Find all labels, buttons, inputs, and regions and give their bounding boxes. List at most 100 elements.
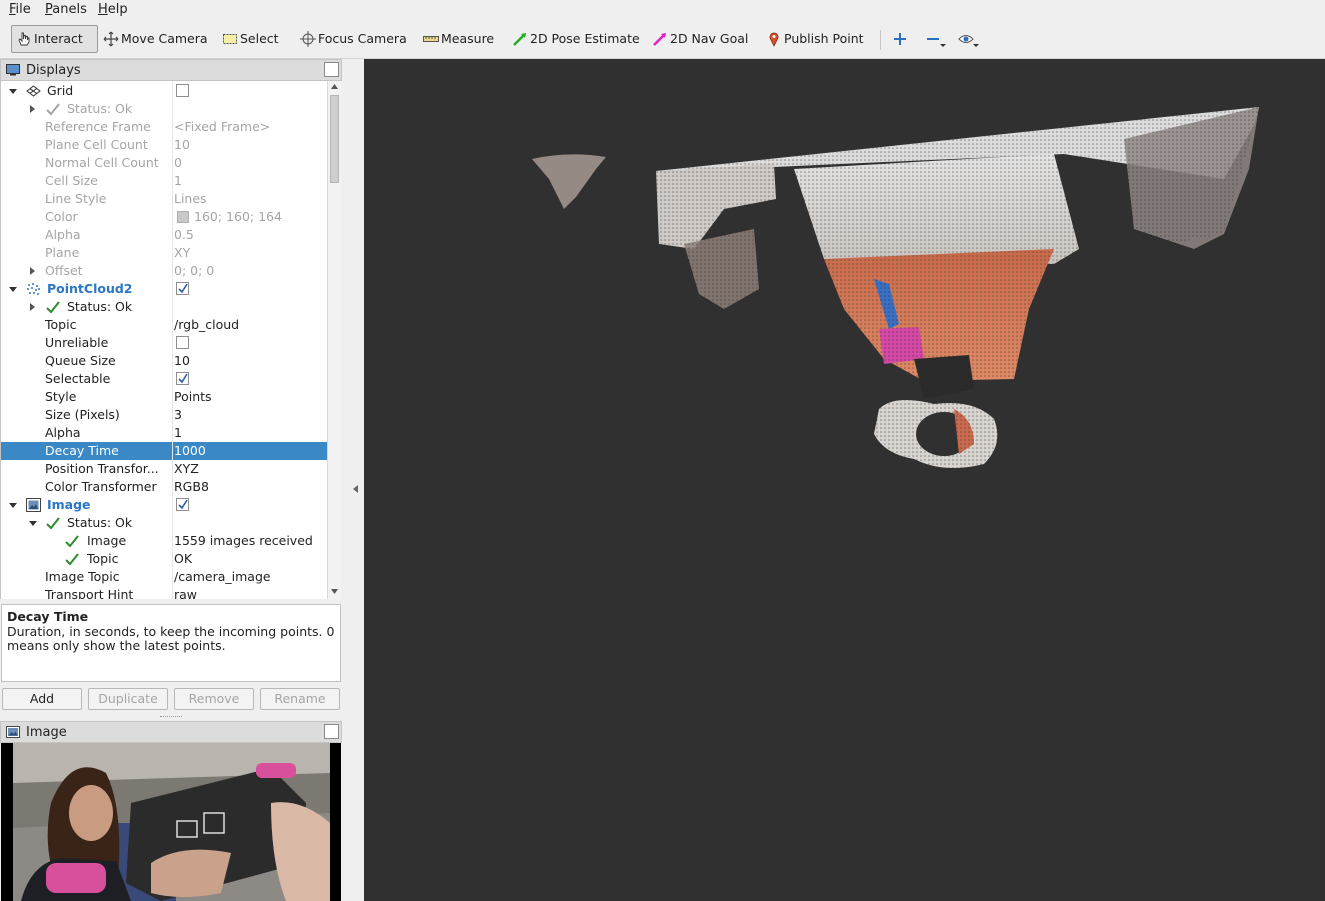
interact-tool-button[interactable]: Interact xyxy=(11,25,98,53)
tree-row-grid-status[interactable]: Status: Ok xyxy=(1,100,328,118)
property-value[interactable]: RGB8 xyxy=(174,478,209,496)
property-value[interactable]: 1 xyxy=(174,172,182,190)
tree-row-queue-size[interactable]: Queue Size 10 xyxy=(1,352,328,370)
property-value[interactable]: Lines xyxy=(174,190,207,208)
menu-help[interactable]: Help xyxy=(98,2,128,17)
image-icon xyxy=(6,726,20,738)
tree-row-grid[interactable]: Grid xyxy=(1,82,328,100)
focus-camera-tool-button[interactable]: Focus Camera xyxy=(300,25,407,53)
panel-splitter[interactable] xyxy=(342,59,364,901)
2d-pose-estimate-tool-button[interactable]: 2D Pose Estimate xyxy=(512,25,640,53)
expand-arrow-icon[interactable] xyxy=(9,503,17,508)
displays-tree[interactable]: Grid Status: Ok Reference Frame <Fixed F… xyxy=(0,81,328,599)
menubar: File Panels Help xyxy=(0,0,1325,20)
scroll-up-icon[interactable] xyxy=(331,84,338,89)
tree-row-image[interactable]: Image xyxy=(1,496,328,514)
tree-row-image-topic[interactable]: Image Topic /camera_image xyxy=(1,568,328,586)
displays-scrollbar[interactable] xyxy=(327,81,341,599)
property-value[interactable]: <Fixed Frame> xyxy=(174,118,270,136)
add-tool-button[interactable] xyxy=(892,25,910,53)
tree-row-unreliable[interactable]: Unreliable xyxy=(1,334,328,352)
expand-arrow-icon[interactable] xyxy=(30,267,35,275)
selectable-checkbox[interactable] xyxy=(176,372,189,385)
tree-row-color[interactable]: Color 160; 160; 164 xyxy=(1,208,328,226)
grid-enabled-checkbox[interactable] xyxy=(176,84,189,97)
property-name: Alpha xyxy=(45,425,81,440)
property-value[interactable]: raw xyxy=(174,586,197,599)
property-value[interactable]: 1 xyxy=(174,424,182,442)
green-arrow-icon xyxy=(513,32,526,46)
tree-row-normal-cell-count[interactable]: Normal Cell Count 0 xyxy=(1,154,328,172)
measure-tool-button[interactable]: Measure xyxy=(423,25,494,53)
remove-tool-button[interactable] xyxy=(925,25,946,53)
tree-row-image-status-image[interactable]: Image 1559 images received xyxy=(1,532,328,550)
camera-image-view[interactable] xyxy=(1,743,341,901)
displays-panel-float-button[interactable] xyxy=(324,62,339,77)
unreliable-checkbox[interactable] xyxy=(176,336,189,349)
expand-arrow-icon[interactable] xyxy=(30,303,35,311)
menu-file[interactable]: File xyxy=(9,2,31,17)
scroll-down-icon[interactable] xyxy=(331,589,338,594)
tree-row-image-status-topic[interactable]: Topic OK xyxy=(1,550,328,568)
tree-label-pointcloud2: PointCloud2 xyxy=(47,281,133,296)
tree-row-position-transformer[interactable]: Position Transfor... XYZ xyxy=(1,460,328,478)
pointcloud2-enabled-checkbox[interactable] xyxy=(176,282,189,295)
3d-render-viewport[interactable] xyxy=(364,59,1325,901)
view-options-button[interactable] xyxy=(958,25,979,53)
expand-arrow-icon[interactable] xyxy=(9,287,17,292)
tree-row-plane-cell-count[interactable]: Plane Cell Count 10 xyxy=(1,136,328,154)
tree-row-line-style[interactable]: Line Style Lines xyxy=(1,190,328,208)
expand-arrow-icon[interactable] xyxy=(9,89,17,94)
tree-row-reference-frame[interactable]: Reference Frame <Fixed Frame> xyxy=(1,118,328,136)
tree-row-topic[interactable]: Topic /rgb_cloud xyxy=(1,316,328,334)
tree-row-plane[interactable]: Plane XY xyxy=(1,244,328,262)
collapse-arrow-icon[interactable] xyxy=(353,485,358,493)
publish-point-tool-button[interactable]: Publish Point xyxy=(766,25,864,53)
image-panel-float-button[interactable] xyxy=(324,724,339,739)
duplicate-display-button[interactable]: Duplicate xyxy=(88,688,168,710)
property-value[interactable]: 10 xyxy=(174,136,190,154)
property-value[interactable]: /rgb_cloud xyxy=(174,316,239,334)
property-value[interactable]: 10 xyxy=(174,352,190,370)
expand-arrow-icon[interactable] xyxy=(29,521,37,526)
image-enabled-checkbox[interactable] xyxy=(176,498,189,511)
tree-row-pointcloud2[interactable]: PointCloud2 xyxy=(1,280,328,298)
tree-row-size-pixels[interactable]: Size (Pixels) 3 xyxy=(1,406,328,424)
property-value[interactable]: XYZ xyxy=(174,460,199,478)
tree-row-selectable[interactable]: Selectable xyxy=(1,370,328,388)
rename-display-button[interactable]: Rename xyxy=(260,688,340,710)
tree-row-cell-size[interactable]: Cell Size 1 xyxy=(1,172,328,190)
tree-row-transport-hint[interactable]: Transport Hint raw xyxy=(1,586,328,599)
property-value[interactable]: 0; 0; 0 xyxy=(174,262,214,280)
add-display-button[interactable]: Add xyxy=(2,688,82,710)
interact-label: Interact xyxy=(34,31,83,46)
panel-resize-handle[interactable] xyxy=(160,716,182,719)
tree-row-offset[interactable]: Offset 0; 0; 0 xyxy=(1,262,328,280)
remove-display-button[interactable]: Remove xyxy=(174,688,254,710)
property-value[interactable]: 0.5 xyxy=(174,226,194,244)
tree-row-pointcloud2-status[interactable]: Status: Ok xyxy=(1,298,328,316)
expand-arrow-icon[interactable] xyxy=(30,105,35,113)
property-value[interactable]: /camera_image xyxy=(174,568,271,586)
property-value[interactable]: 160; 160; 164 xyxy=(194,208,282,226)
property-value[interactable]: 3 xyxy=(174,406,182,424)
move-camera-icon xyxy=(103,31,119,46)
property-value[interactable]: XY xyxy=(174,244,190,262)
tree-row-image-status[interactable]: Status: Ok xyxy=(1,514,328,532)
menu-panels[interactable]: Panels xyxy=(45,2,87,17)
dropdown-arrow-icon xyxy=(940,44,946,47)
checkmark-icon xyxy=(46,103,60,116)
property-value[interactable]: Points xyxy=(174,388,212,406)
tree-row-style[interactable]: Style Points xyxy=(1,388,328,406)
property-value[interactable]: 0 xyxy=(174,154,182,172)
tree-row-alpha[interactable]: Alpha 0.5 xyxy=(1,226,328,244)
2d-nav-goal-tool-button[interactable]: 2D Nav Goal xyxy=(652,25,748,53)
scrollbar-thumb[interactable] xyxy=(330,95,339,183)
image-panel-title: Image xyxy=(26,725,67,740)
tree-row-decay-time[interactable]: Decay Time 1000 xyxy=(1,442,328,460)
property-value[interactable]: 1000 xyxy=(174,442,206,460)
select-tool-button[interactable]: Select xyxy=(222,25,279,53)
move-camera-tool-button[interactable]: Move Camera xyxy=(103,25,208,53)
tree-row-color-transformer[interactable]: Color Transformer RGB8 xyxy=(1,478,328,496)
tree-row-alpha[interactable]: Alpha 1 xyxy=(1,424,328,442)
